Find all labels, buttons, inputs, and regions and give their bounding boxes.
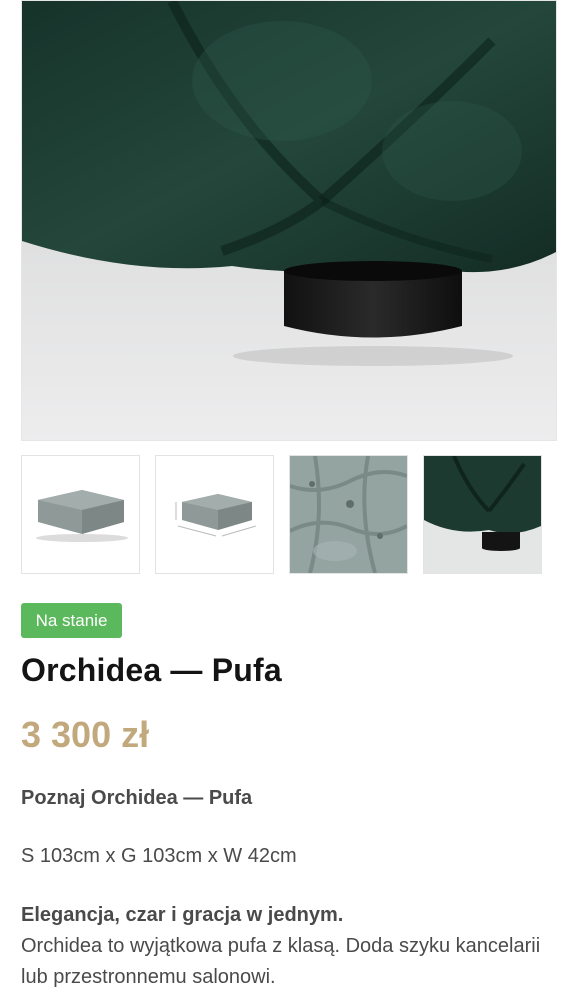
pouf-dimensions-icon — [156, 456, 273, 573]
pouf-leg-icon — [424, 456, 541, 573]
tufting-detail-icon — [290, 456, 407, 573]
thumbnail-4[interactable] — [423, 455, 542, 574]
product-title: Orchidea — Pufa — [21, 652, 282, 688]
description-body: Orchidea to wyjątkowa pufa z klasą. Doda… — [21, 935, 541, 988]
thumbnail-2[interactable] — [155, 455, 274, 574]
pouf-grey-icon — [22, 456, 139, 573]
main-image-graphic — [22, 1, 556, 440]
product-dimensions: S 103cm x G 103cm x W 42cm — [21, 845, 297, 867]
product-price: 3 300 zł — [21, 714, 150, 755]
thumbnail-3[interactable] — [289, 455, 408, 574]
product-intro: Poznaj Orchidea — Pufa — [21, 787, 253, 809]
main-product-image[interactable] — [21, 0, 557, 441]
description-headline: Elegancja, czar i gracja w jednym. — [21, 904, 344, 926]
thumbnail-1[interactable] — [21, 455, 140, 574]
stock-status-badge: Na stanie — [21, 603, 122, 638]
thumbnail-gallery — [21, 455, 557, 575]
